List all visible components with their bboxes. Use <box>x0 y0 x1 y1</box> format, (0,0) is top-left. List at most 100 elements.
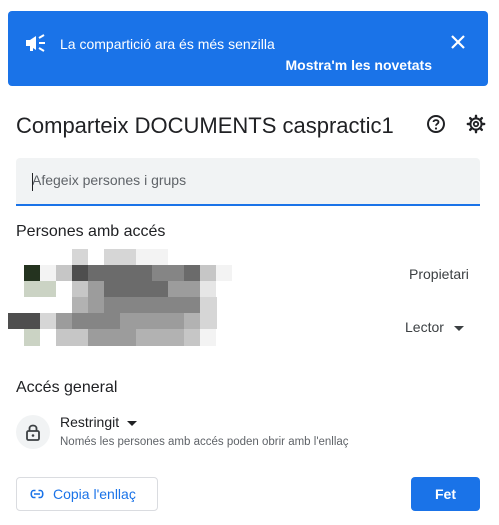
add-people-input[interactable] <box>16 158 472 202</box>
redacted-pixel <box>232 249 249 266</box>
redacted-pixel <box>8 265 25 282</box>
redacted-pixel <box>136 313 153 330</box>
redacted-pixel <box>72 281 89 298</box>
redacted-pixel <box>72 329 89 346</box>
redacted-pixel <box>40 297 57 314</box>
people-with-access-heading: Persones amb accés <box>16 223 166 240</box>
redacted-pixel <box>8 329 25 346</box>
redacted-members-list <box>8 249 265 346</box>
redacted-pixel <box>216 249 233 266</box>
redacted-pixel <box>40 329 57 346</box>
redacted-pixel <box>72 313 89 330</box>
redacted-pixel <box>88 265 105 282</box>
redacted-pixel <box>56 297 73 314</box>
copy-link-button[interactable]: Copia l'enllaç <box>16 477 158 511</box>
redacted-pixel <box>104 249 121 266</box>
redacted-pixel <box>72 249 89 266</box>
redacted-pixel <box>168 329 185 346</box>
member-role-dropdown[interactable]: Lector <box>405 319 464 335</box>
redacted-pixel <box>168 249 185 266</box>
redacted-pixel <box>40 281 57 298</box>
redacted-pixel <box>8 249 25 266</box>
announcement-banner: La compartició ara és més senzilla Mostr… <box>8 11 488 86</box>
redacted-pixel <box>24 265 41 282</box>
redacted-pixel <box>168 297 185 314</box>
lock-icon <box>26 424 40 441</box>
redacted-pixel <box>88 249 105 266</box>
redacted-pixel <box>200 313 217 330</box>
redacted-pixel <box>184 313 201 330</box>
megaphone-icon <box>26 34 45 52</box>
redacted-pixel <box>232 265 249 282</box>
redacted-pixel <box>120 313 137 330</box>
redacted-pixel <box>168 313 185 330</box>
redacted-pixel <box>104 329 121 346</box>
gear-icon[interactable] <box>466 114 486 134</box>
redacted-pixel <box>56 281 73 298</box>
redacted-pixel <box>120 281 137 298</box>
redacted-pixel <box>168 265 185 282</box>
redacted-pixel <box>120 297 137 314</box>
redacted-pixel <box>152 265 169 282</box>
redacted-pixel <box>56 265 73 282</box>
redacted-pixel <box>152 297 169 314</box>
help-icon[interactable] <box>426 114 446 134</box>
redacted-pixel <box>8 313 25 330</box>
close-icon[interactable] <box>448 32 468 52</box>
redacted-pixel <box>24 297 41 314</box>
redacted-pixel <box>184 297 201 314</box>
banner-message: La compartició ara és més senzilla <box>60 36 275 52</box>
copy-link-label: Copia l'enllaç <box>53 486 136 502</box>
redacted-pixel <box>184 281 201 298</box>
redacted-pixel <box>24 329 41 346</box>
general-access-heading: Accés general <box>16 379 118 396</box>
redacted-pixel <box>104 297 121 314</box>
redacted-pixel <box>184 249 201 266</box>
text-cursor <box>32 173 33 191</box>
access-description: Només les persones amb accés poden obrir… <box>60 436 349 448</box>
access-level-label: Restringit <box>60 414 120 430</box>
redacted-pixel <box>200 281 217 298</box>
redacted-pixel <box>136 281 153 298</box>
redacted-pixel <box>120 265 137 282</box>
lock-icon-container <box>16 415 50 449</box>
redacted-pixel <box>72 297 89 314</box>
member-role-owner: Propietari <box>409 266 469 282</box>
redacted-pixel <box>72 265 89 282</box>
redacted-pixel <box>200 297 217 314</box>
redacted-pixel <box>88 297 105 314</box>
redacted-pixel <box>88 329 105 346</box>
redacted-pixel <box>216 281 233 298</box>
member-role-label: Lector <box>405 319 444 335</box>
redacted-pixel <box>8 297 25 314</box>
dialog-title: Comparteix DOCUMENTS caspractic1 <box>16 113 394 138</box>
redacted-pixel <box>200 249 217 266</box>
redacted-pixel <box>56 329 73 346</box>
dropdown-arrow-icon <box>453 325 464 331</box>
done-button[interactable]: Fet <box>411 477 480 511</box>
redacted-pixel <box>200 265 217 282</box>
redacted-pixel <box>248 249 265 266</box>
dropdown-arrow-icon <box>127 420 138 426</box>
access-level-dropdown[interactable]: Restringit <box>60 414 138 430</box>
redacted-pixel <box>152 281 169 298</box>
redacted-pixel <box>136 249 153 266</box>
redacted-pixel <box>40 249 57 266</box>
redacted-pixel <box>104 281 121 298</box>
redacted-pixel <box>56 249 73 266</box>
link-icon <box>30 489 44 499</box>
redacted-pixel <box>184 265 201 282</box>
redacted-pixel <box>200 329 217 346</box>
redacted-pixel <box>8 281 25 298</box>
redacted-pixel <box>152 249 169 266</box>
redacted-pixel <box>88 281 105 298</box>
add-people-field[interactable] <box>16 158 480 206</box>
redacted-pixel <box>104 313 121 330</box>
redacted-pixel <box>88 313 105 330</box>
redacted-pixel <box>56 313 73 330</box>
show-new-features-button[interactable]: Mostra'm les novetats <box>286 57 433 73</box>
redacted-pixel <box>24 313 41 330</box>
redacted-pixel <box>136 329 153 346</box>
redacted-pixel <box>120 329 137 346</box>
redacted-pixel <box>152 313 169 330</box>
